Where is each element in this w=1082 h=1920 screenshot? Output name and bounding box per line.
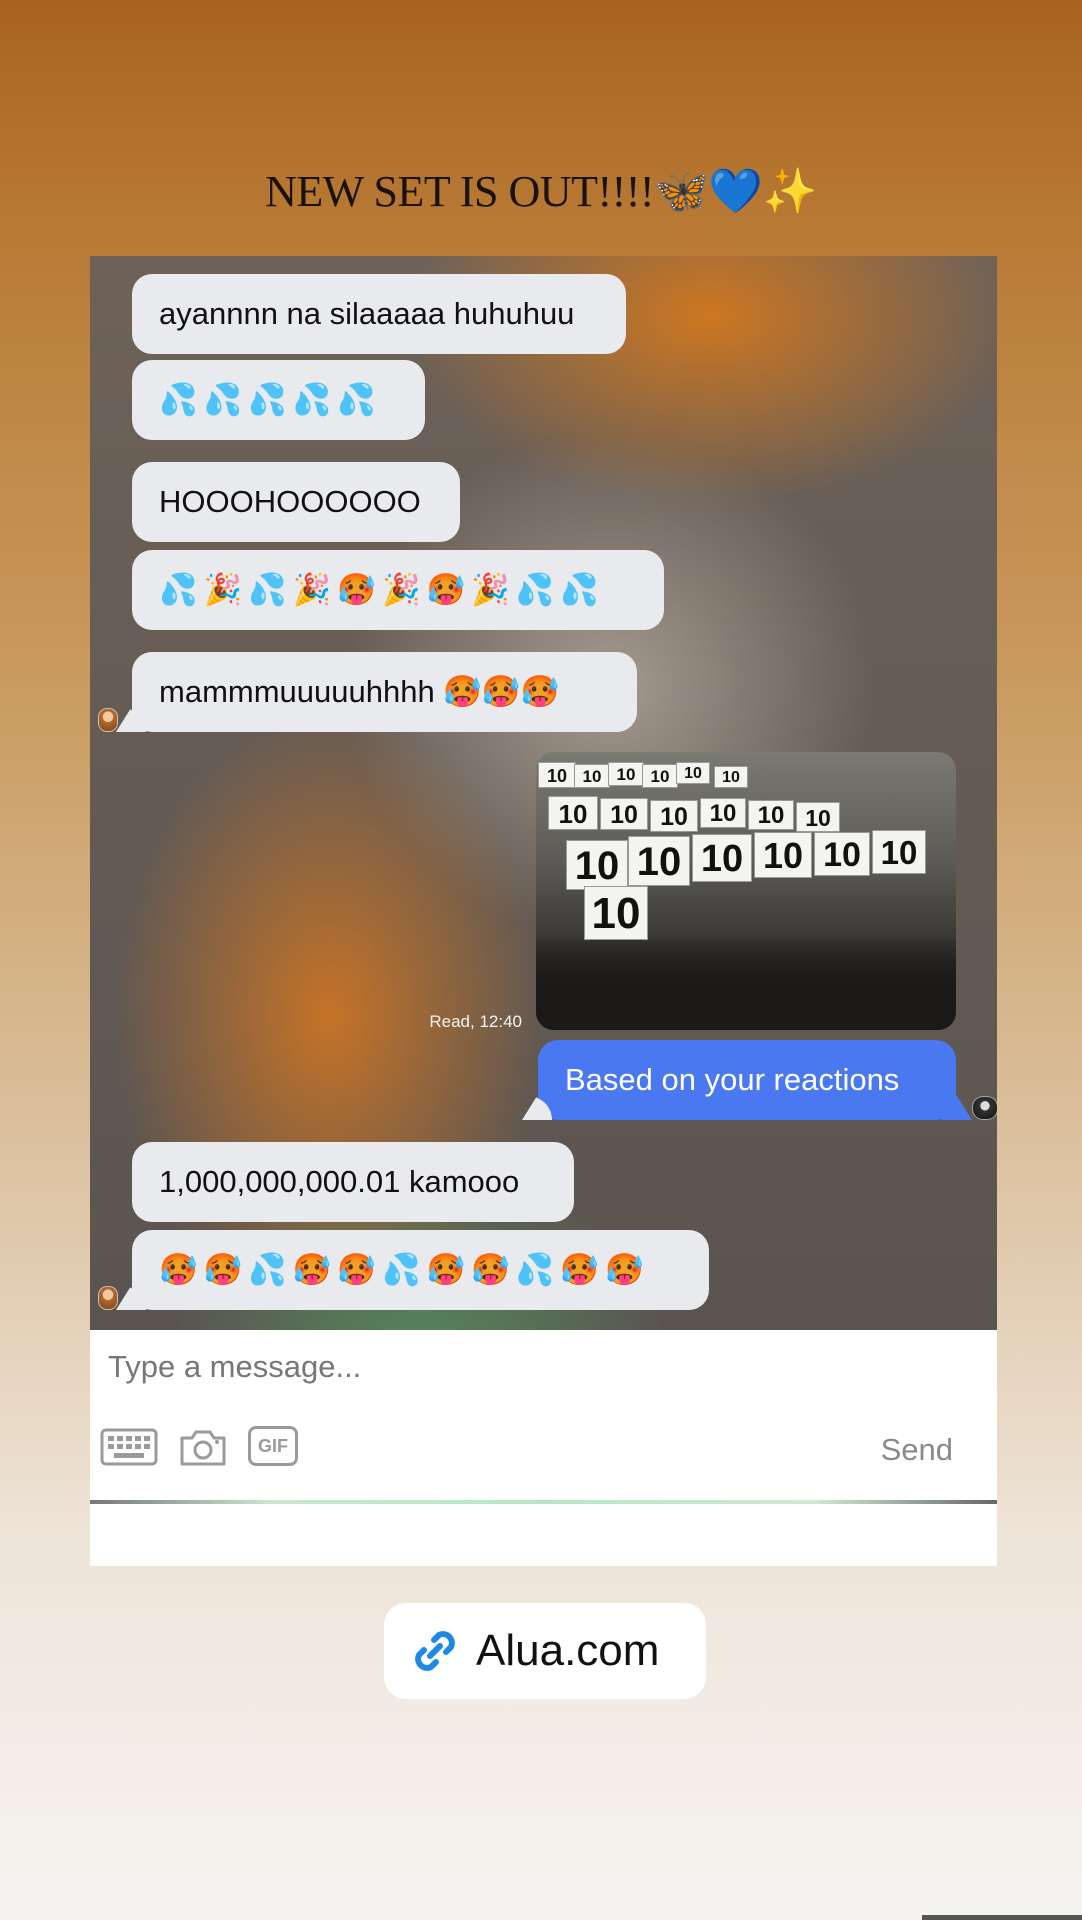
camera-icon[interactable] — [178, 1426, 228, 1468]
message-input[interactable] — [106, 1344, 950, 1390]
keyboard-icon[interactable] — [100, 1426, 158, 1468]
read-receipt: Read, 12:40 — [429, 1012, 522, 1031]
message-composer: GIF Send — [90, 1330, 997, 1566]
divider — [922, 1915, 1082, 1920]
score-sign: 10 — [676, 762, 710, 784]
message-bubble: 🥵🥵💦🥵🥵💦🥵🥵💦🥵🥵 — [132, 1230, 709, 1310]
chat-screenshot: ayannnn na silaaaaa huhuhuu 💦💦💦💦💦 HOOOHO… — [90, 256, 997, 1566]
score-sign: 10 — [600, 798, 648, 830]
score-sign: 10 — [642, 764, 678, 788]
score-sign: 10 — [754, 832, 812, 878]
sender-avatar — [98, 708, 118, 732]
send-button[interactable]: Send — [881, 1432, 953, 1468]
score-sign: 10 — [566, 840, 628, 890]
conversation-thread[interactable]: ayannnn na silaaaaa huhuhuu 💦💦💦💦💦 HOOOHO… — [90, 256, 997, 1330]
message-bubble: mammmuuuuuhhhh 🥵🥵🥵 — [132, 652, 637, 732]
score-sign: 10 — [748, 800, 794, 830]
score-sign: 10 — [574, 764, 610, 788]
score-sign: 10 — [584, 886, 648, 940]
link-sticker[interactable]: Alua.com — [384, 1603, 706, 1699]
link-label: Alua.com — [476, 1626, 660, 1675]
divider — [90, 1500, 997, 1504]
score-sign: 10 — [796, 802, 840, 832]
score-sign: 10 — [814, 832, 870, 876]
gif-button[interactable]: GIF — [248, 1426, 298, 1466]
my-avatar — [972, 1096, 997, 1120]
message-bubble: 💦🎉💦🎉🥵🎉🥵🎉💦💦 — [132, 550, 664, 630]
message-bubble: 💦💦💦💦💦 — [132, 360, 425, 440]
score-sign: 10 — [548, 796, 598, 830]
message-bubble: 1,000,000,000.01 kamooo — [132, 1142, 574, 1222]
score-sign: 10 — [628, 836, 690, 886]
score-sign: 10 — [650, 800, 698, 832]
score-sign: 10 — [714, 766, 748, 788]
score-sign: 10 — [538, 762, 576, 788]
sender-avatar — [98, 1286, 118, 1310]
story-caption: NEW SET IS OUT!!!!🦋💙✨ — [265, 167, 817, 216]
score-sign: 10 — [700, 798, 746, 828]
score-sign: 10 — [872, 830, 926, 874]
sent-message-bubble: Based on your reactions — [538, 1040, 956, 1120]
message-bubble: ayannnn na silaaaaa huhuhuu — [132, 274, 626, 354]
image-message[interactable]: 10 10 10 10 10 10 10 10 10 10 10 10 10 1… — [536, 752, 956, 1030]
message-bubble: HOOOHOOOOOO — [132, 462, 460, 542]
score-sign: 10 — [692, 834, 752, 882]
score-sign: 10 — [608, 762, 644, 786]
crowd-silhouettes — [536, 940, 956, 1030]
link-icon — [415, 1631, 455, 1671]
